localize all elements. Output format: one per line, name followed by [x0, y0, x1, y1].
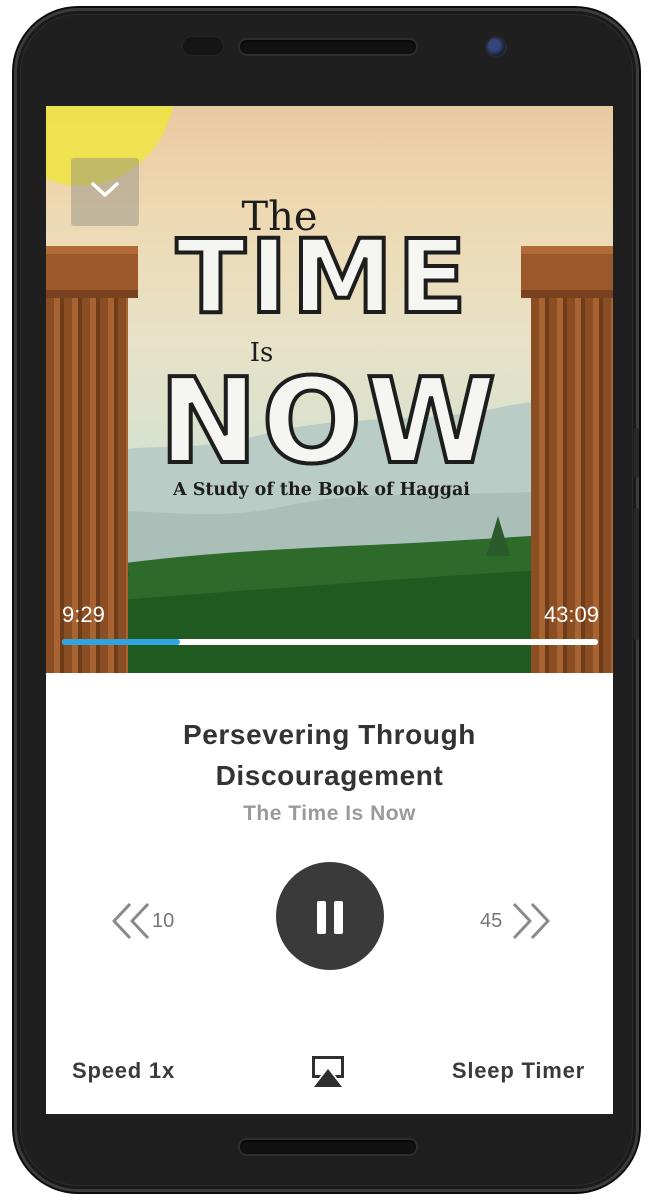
collapse-player-button[interactable] [71, 158, 139, 226]
forward-seconds: 45 [480, 910, 503, 932]
episode-title-line1: Persevering Through [182, 719, 476, 750]
artwork-title-now: NOW [157, 350, 501, 492]
fast-forward-button[interactable]: 45 [474, 896, 564, 946]
series-title: The Time Is Now [243, 802, 416, 825]
elapsed-time: 9:29 [62, 602, 105, 627]
fast-forward-icon [512, 902, 550, 940]
player-footer: Speed 1x Sleep Timer [46, 1046, 613, 1096]
player-screen: The TIME Is NOW A Study of the Book of H… [46, 106, 613, 1114]
rewind-button[interactable]: 10 [104, 896, 194, 946]
pause-icon [317, 901, 326, 934]
earpiece-speaker [240, 40, 416, 54]
airplay-icon [312, 1056, 344, 1087]
total-duration: 43:09 [543, 602, 599, 627]
album-artwork: The TIME Is NOW A Study of the Book of H… [46, 106, 613, 673]
speed-button[interactable]: Speed 1x [72, 1058, 175, 1084]
front-camera [487, 38, 505, 56]
pause-button[interactable] [276, 862, 384, 970]
episode-title-line2: Discouragement [215, 760, 444, 791]
proximity-sensor [182, 36, 224, 56]
artwork-title-time: TIME [174, 216, 471, 339]
bottom-speaker [240, 1140, 416, 1154]
pause-icon-bar [334, 901, 343, 934]
artwork-subtitle: A Study of the Book of Haggai [173, 480, 470, 500]
rewind-seconds: 10 [152, 910, 175, 932]
progress-scrubber[interactable] [62, 639, 598, 645]
volume-button [634, 508, 639, 640]
power-button [634, 428, 639, 478]
progress-fill [62, 639, 180, 645]
chevron-down-icon [91, 182, 119, 197]
airplay-button[interactable] [306, 1052, 350, 1090]
episode-title: Persevering Through Discouragement [46, 714, 613, 796]
rewind-icon [112, 902, 150, 940]
sleep-timer-button[interactable]: Sleep Timer [452, 1058, 585, 1084]
